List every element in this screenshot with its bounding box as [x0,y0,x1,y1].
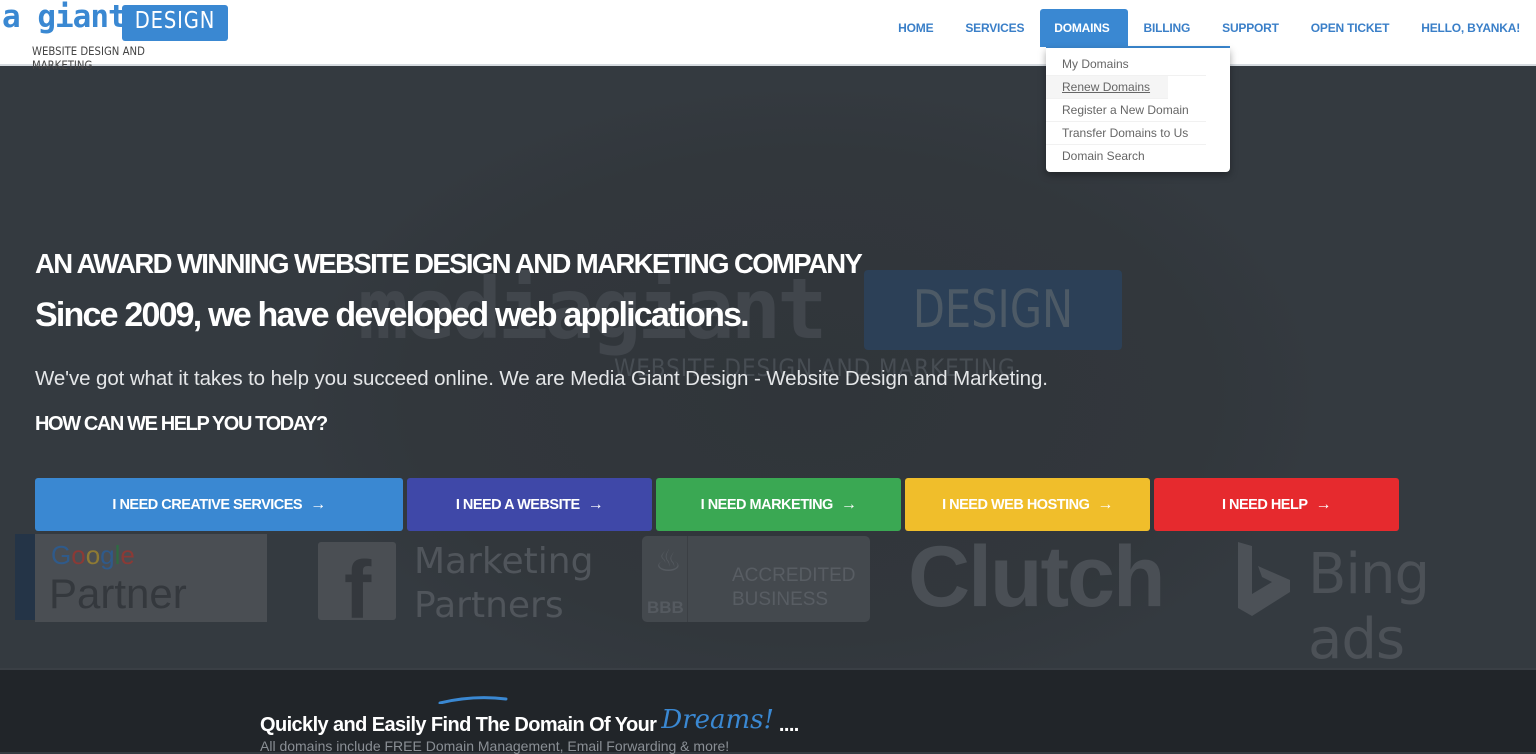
cta-label: I NEED HELP [1221,496,1308,513]
menu-item-domain-search[interactable]: Domain Search [1046,145,1206,168]
web-hosting-button[interactable]: I NEED WEB HOSTING → [905,478,1150,531]
google-letter: e [120,540,135,570]
google-logo-icon: Google [51,540,135,571]
domains-dropdown-menu: My Domains Renew Domains Register a New … [1046,48,1230,172]
cta-label: I NEED CREATIVE SERVICES [112,496,303,513]
watermark-design-box: DESIGN [864,270,1122,350]
nav-billing[interactable]: BILLING [1128,9,1207,47]
help-button[interactable]: I NEED HELP → [1154,478,1399,531]
cta-button-row: I NEED CREATIVE SERVICES → I NEED A WEBS… [35,478,1399,531]
marketing-button[interactable]: I NEED MARKETING → [656,478,901,531]
arrow-right-icon: → [310,495,326,513]
clutch-logo: Clutch [908,529,1166,625]
hero-question: HOW CAN WE HELP YOU TODAY? [35,413,328,435]
nav-open-ticket[interactable]: OPEN TICKET [1295,9,1405,47]
nav-services[interactable]: SERVICES [949,9,1040,47]
arrow-right-icon: → [840,495,857,513]
google-partner-badge: Google Partner [35,534,267,622]
facebook-label-line2: Partners [414,585,564,626]
bbb-logo-panel: ♨ BBB [642,536,688,622]
facebook-icon: f [318,542,396,636]
google-partner-label: Partner [49,570,187,617]
hero-description: We've got what it takes to help you succ… [35,367,1048,390]
cta-label: I NEED MARKETING [700,496,834,513]
watermark-design-text: DESIGN [912,280,1074,340]
logo-brand-text: a giant [2,0,127,35]
hero-headline: AN AWARD WINNING WEBSITE DESIGN AND MARK… [35,248,863,279]
nav-domains[interactable]: DOMAINS [1040,9,1128,47]
arrow-right-icon: → [1315,495,1332,513]
nav-user-account[interactable]: HELLO, BYANKA! [1405,9,1536,47]
logo-design-box: DESIGN [122,5,228,41]
nav-support[interactable]: SUPPORT [1206,9,1295,47]
cta-label: I NEED A WEBSITE [455,496,580,513]
bbb-text-line2: BUSINESS [732,589,829,610]
nav-home[interactable]: HOME [882,9,949,47]
domain-title-suffix: .... [778,714,799,736]
domain-title-highlight: Dreams! [661,705,774,735]
facebook-label-line1: Marketing [414,541,594,582]
domain-search-section: Quickly and Easily Find The Domain Of Yo… [0,668,1536,754]
menu-item-register-domain[interactable]: Register a New Domain [1046,99,1206,122]
domain-title-prefix: Quickly and Easily Find The Domain Of Yo… [260,714,657,736]
google-letter: G [51,540,72,570]
google-letter: g [100,540,115,570]
bbb-accredited-badge: ♨ BBB ACCREDITED BUSINESS [642,536,870,622]
cta-label: I NEED WEB HOSTING [942,496,1090,513]
site-logo[interactable]: a giant DESIGN WEBSITE DESIGN AND MARKET… [2,0,232,72]
google-letter: o [71,540,86,570]
menu-item-my-domains[interactable]: My Domains [1046,53,1206,76]
logo-tagline: WEBSITE DESIGN AND MARKETING [32,44,145,72]
arrow-right-icon: → [1097,495,1113,513]
domain-section-title: Quickly and Easily Find The Domain Of Yo… [260,705,799,738]
google-letter: o [85,540,101,570]
arrow-right-icon: → [587,495,604,513]
bing-logo-icon [1238,542,1290,616]
bbb-accredited-text: ACCREDITED BUSINESS [732,564,856,612]
logo-design-text: DESIGN [134,8,216,34]
dreams-underline-swoosh [438,696,508,704]
partner-logos: Google Partner f Marketing Partners ♨ BB… [0,528,1536,670]
facebook-glyph: f [344,545,372,636]
creative-services-button[interactable]: I NEED CREATIVE SERVICES → [35,478,403,531]
site-header: a giant DESIGN WEBSITE DESIGN AND MARKET… [0,0,1536,72]
bing-ads-label: Bing ads [1308,542,1430,670]
website-button[interactable]: I NEED A WEBSITE → [407,478,652,531]
hero-section: mediagiant DESIGN WEBSITE DESIGN AND MAR… [0,66,1536,670]
bbb-torch-icon: ♨ [655,544,682,579]
hero-subheadline: Since 2009, we have developed web applic… [35,296,750,334]
main-nav: HOME SERVICES DOMAINS BILLING SUPPORT OP… [882,9,1536,47]
google-partner-accent [15,534,35,620]
menu-item-transfer-domains[interactable]: Transfer Domains to Us [1046,122,1206,145]
bbb-label: BBB [647,598,684,617]
facebook-marketing-partners-label: Marketing Partners [414,540,593,628]
menu-item-renew-domains[interactable]: Renew Domains [1046,76,1168,99]
bbb-text-line1: ACCREDITED [732,565,856,586]
